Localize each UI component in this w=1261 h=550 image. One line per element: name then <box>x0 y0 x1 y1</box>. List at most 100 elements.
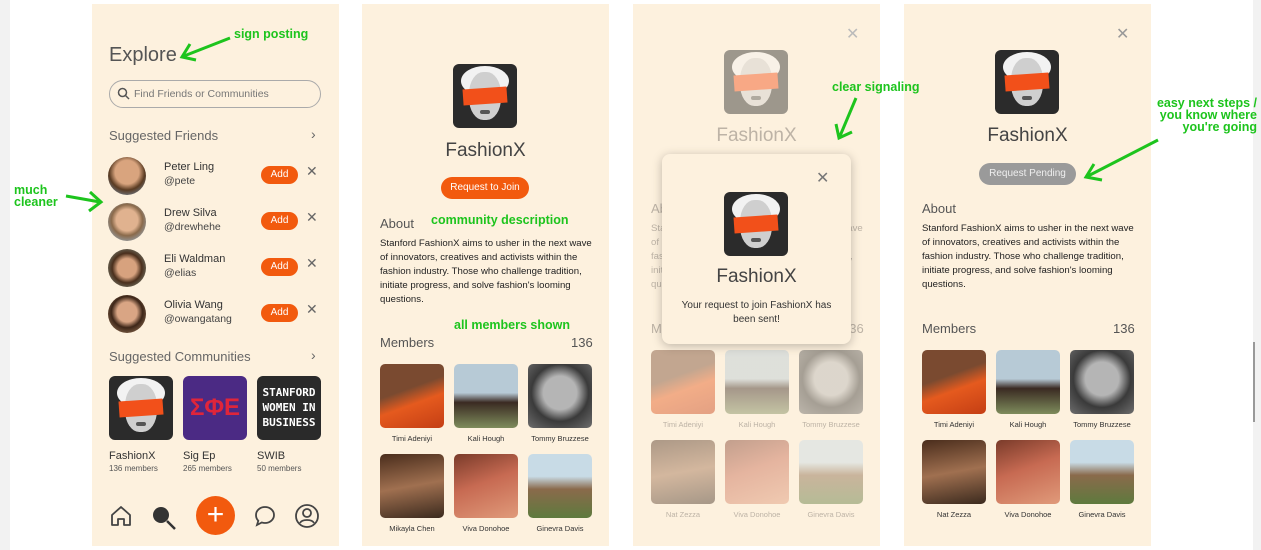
page-title: Explore <box>109 44 177 66</box>
member-name: Nat Zezza <box>665 510 701 519</box>
member-name: Timi Adeniyi <box>933 420 975 429</box>
explore-screen: Explore Find Friends or Communities Sugg… <box>92 4 339 546</box>
search-icon[interactable] <box>150 504 178 537</box>
community-logo <box>724 192 788 256</box>
friend-row: Peter Ling @pete Add ✕ <box>108 157 323 197</box>
member-photo[interactable] <box>651 350 715 414</box>
community-name: SWIB <box>257 450 286 462</box>
annotation-clear-signaling: clear signaling <box>832 80 920 94</box>
friend-name: Olivia Wang <box>164 299 223 311</box>
suggested-communities-heading: Suggested Communities <box>109 349 251 364</box>
community-description: Stanford FashionX aims to usher in the n… <box>380 238 592 305</box>
chevron-right-icon[interactable]: › <box>311 126 316 142</box>
member-photo[interactable] <box>799 440 863 504</box>
member-name: Tommy Bruzzese <box>531 434 589 443</box>
request-pending-screen: ✕ FashionX Request Pending About Stanfor… <box>904 4 1151 546</box>
community-screen: FashionX Request to Join About Stanford … <box>362 4 609 546</box>
community-logo-fashionx[interactable] <box>109 376 173 440</box>
profile-icon[interactable] <box>294 503 320 534</box>
member-name: Viva Donohoe <box>1004 510 1052 519</box>
bottom-nav: + <box>92 492 339 542</box>
home-icon[interactable] <box>109 504 133 533</box>
close-icon[interactable]: ✕ <box>306 301 318 318</box>
member-photo[interactable] <box>996 440 1060 504</box>
request-pending-button[interactable]: Request Pending <box>979 163 1076 185</box>
request-to-join-button[interactable]: Request to Join <box>441 177 529 199</box>
friend-handle: @elias <box>164 267 197 279</box>
suggested-friends-heading: Suggested Friends <box>109 128 219 143</box>
annotation-community-description: community description <box>431 213 569 227</box>
member-name: Mikayla Chen <box>389 524 435 533</box>
community-members: 265 members <box>183 464 232 473</box>
annotation-sign-posting: sign posting <box>234 27 309 41</box>
close-icon[interactable]: ✕ <box>306 163 318 180</box>
member-photo[interactable] <box>380 364 444 428</box>
member-name: Timi Adeniyi <box>391 434 433 443</box>
close-icon[interactable]: ✕ <box>816 168 829 188</box>
search-icon <box>117 87 130 105</box>
close-icon[interactable]: ✕ <box>1116 24 1129 44</box>
member-photo[interactable] <box>454 364 518 428</box>
swib-line: STANFORD <box>262 386 316 399</box>
member-photo[interactable] <box>651 440 715 504</box>
close-icon[interactable]: ✕ <box>306 255 318 272</box>
chevron-right-icon[interactable]: › <box>311 347 316 363</box>
member-name: Ginevra Davis <box>1078 510 1126 519</box>
member-name: Ginevra Davis <box>807 510 855 519</box>
annotation-arrow-icon <box>179 36 231 62</box>
member-photo[interactable] <box>528 364 592 428</box>
add-friend-button[interactable]: Add <box>261 258 298 276</box>
member-photo[interactable] <box>380 454 444 518</box>
plus-icon[interactable]: + <box>196 496 235 535</box>
annotation-easy-next-steps: easy next steps / you know where you're … <box>1156 96 1257 134</box>
chat-icon[interactable] <box>253 504 277 533</box>
member-photo[interactable] <box>1070 350 1134 414</box>
community-name: Sig Ep <box>183 450 216 462</box>
community-logo-swib[interactable]: STANFORD WOMEN IN BUSINESS <box>257 376 321 440</box>
member-photo[interactable] <box>922 350 986 414</box>
member-name: Kali Hough <box>467 434 505 443</box>
friend-handle: @drewhehe <box>164 221 221 233</box>
avatar <box>108 249 146 287</box>
search-placeholder: Find Friends or Communities <box>134 88 269 100</box>
add-friend-button[interactable]: Add <box>261 166 298 184</box>
friend-row: Olivia Wang @owangatang Add ✕ <box>108 295 323 335</box>
member-photo[interactable] <box>725 440 789 504</box>
member-name: Nat Zezza <box>936 510 972 519</box>
scrollbar[interactable] <box>1253 342 1255 422</box>
right-edge <box>1253 0 1261 550</box>
community-name: FashionX <box>445 140 526 161</box>
friend-handle: @owangatang <box>164 313 232 325</box>
add-friend-button[interactable]: Add <box>261 212 298 230</box>
modal-message: Your request to join FashionX has been s… <box>681 300 832 325</box>
member-name: Timi Adeniyi <box>662 420 704 429</box>
close-icon[interactable]: ✕ <box>306 209 318 226</box>
member-photo[interactable] <box>922 440 986 504</box>
member-photo[interactable] <box>454 454 518 518</box>
avatar <box>108 157 146 195</box>
member-name: Viva Donohoe <box>733 510 781 519</box>
left-edge <box>0 0 10 550</box>
member-photo[interactable] <box>996 350 1060 414</box>
avatar <box>108 295 146 333</box>
member-name: Ginevra Davis <box>536 524 584 533</box>
member-name: Viva Donohoe <box>462 524 510 533</box>
annotation-arrow-icon <box>1083 138 1159 182</box>
member-photo[interactable] <box>725 350 789 414</box>
about-heading: About <box>380 216 414 231</box>
community-logo <box>995 50 1059 114</box>
member-name: Kali Hough <box>738 420 776 429</box>
member-photo[interactable] <box>528 454 592 518</box>
add-friend-button[interactable]: Add <box>261 304 298 322</box>
member-name: Tommy Bruzzese <box>802 420 860 429</box>
modal-title: FashionX <box>716 266 797 287</box>
community-logo-sigep[interactable]: ΣΦΕ <box>183 376 247 440</box>
member-photo[interactable] <box>799 350 863 414</box>
members-heading: Members <box>922 321 977 336</box>
community-members: 136 members <box>109 464 158 473</box>
member-photo[interactable] <box>1070 440 1134 504</box>
close-icon[interactable]: ✕ <box>846 24 859 44</box>
search-input[interactable]: Find Friends or Communities <box>109 80 321 108</box>
request-sent-modal: ✕ FashionX Your request to join FashionX… <box>662 154 851 344</box>
community-logo <box>453 64 517 128</box>
